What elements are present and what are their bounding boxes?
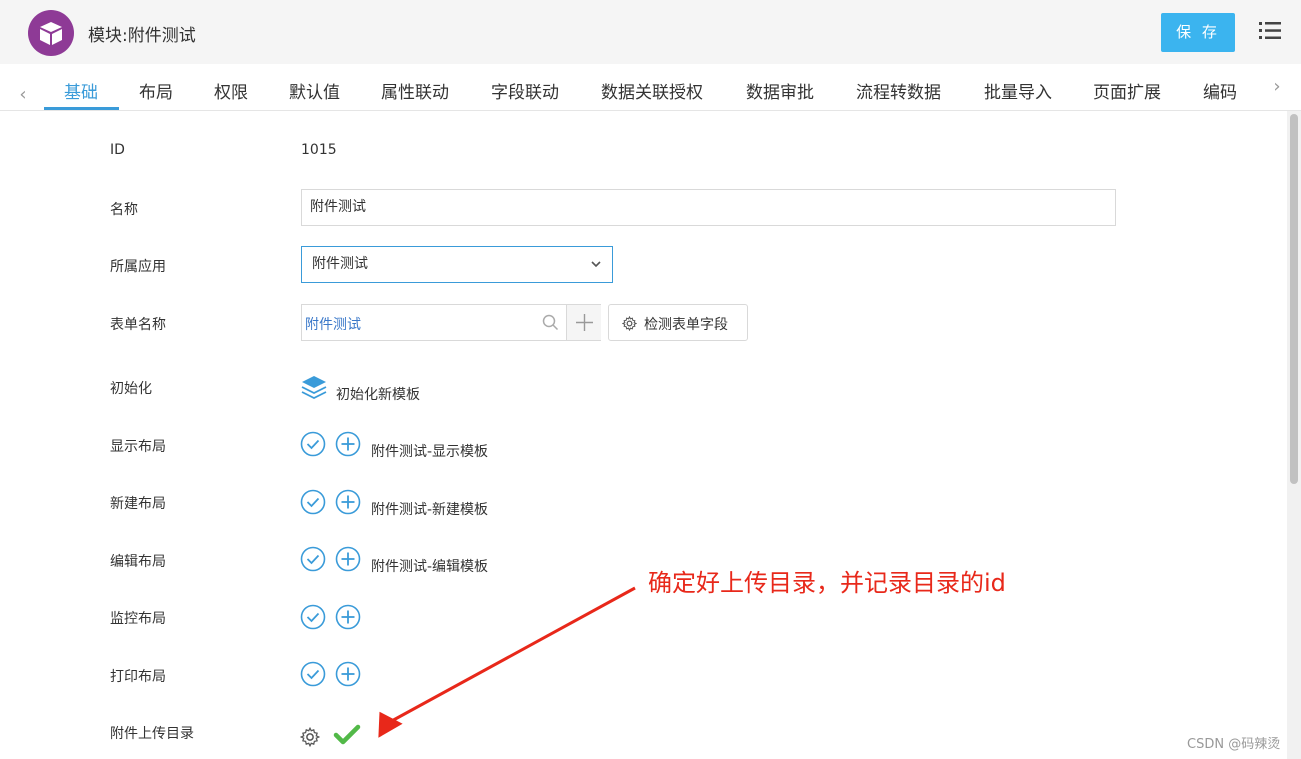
tab-layout[interactable]: 布局 bbox=[139, 78, 173, 103]
module-logo bbox=[28, 10, 74, 56]
tab-field-linkage[interactable]: 字段联动 bbox=[491, 78, 559, 103]
save-button[interactable]: 保 存 bbox=[1161, 13, 1235, 52]
tab-default-value[interactable]: 默认值 bbox=[289, 78, 340, 103]
check-circle-icon[interactable] bbox=[300, 546, 326, 572]
init-label: 初始化 bbox=[110, 381, 152, 397]
id-label: ID bbox=[110, 142, 125, 158]
scrollbar[interactable] bbox=[1287, 111, 1301, 759]
form-name-label: 表单名称 bbox=[110, 317, 166, 333]
search-icon[interactable] bbox=[542, 314, 559, 331]
tab-encoding[interactable]: 编码 bbox=[1203, 78, 1237, 103]
print-layout-label: 打印布局 bbox=[110, 669, 166, 685]
check-circle-icon[interactable] bbox=[300, 489, 326, 515]
gear-icon[interactable] bbox=[300, 727, 320, 747]
tab-data-approval[interactable]: 数据审批 bbox=[746, 78, 814, 103]
edit-template-link[interactable]: 附件测试-编辑模板 bbox=[371, 556, 488, 576]
active-tab-indicator bbox=[44, 107, 119, 110]
new-layout-label: 新建布局 bbox=[110, 496, 166, 512]
upload-directory-label: 附件上传目录 bbox=[110, 726, 194, 742]
name-label: 名称 bbox=[110, 202, 138, 218]
form-name-search[interactable]: 附件测试 bbox=[301, 304, 601, 341]
app-select-value: 附件测试 bbox=[312, 256, 368, 272]
annotation-arrow-icon bbox=[378, 586, 636, 738]
tab-permission[interactable]: 权限 bbox=[214, 78, 248, 103]
add-circle-icon[interactable] bbox=[335, 604, 361, 630]
add-circle-icon[interactable] bbox=[335, 431, 361, 457]
tab-data-authorization[interactable]: 数据关联授权 bbox=[601, 78, 703, 103]
tab-flow-to-data[interactable]: 流程转数据 bbox=[856, 78, 941, 103]
id-value: 1015 bbox=[301, 142, 337, 158]
plus-icon bbox=[576, 314, 593, 331]
tab-scroll-left-icon[interactable]: ‹ bbox=[16, 86, 30, 104]
detect-form-fields-label: 检测表单字段 bbox=[644, 317, 728, 333]
new-template-link[interactable]: 附件测试-新建模板 bbox=[371, 499, 488, 519]
add-circle-icon[interactable] bbox=[335, 661, 361, 687]
name-input[interactable]: 附件测试 bbox=[301, 189, 1116, 226]
tab-batch-import[interactable]: 批量导入 bbox=[984, 78, 1052, 103]
add-circle-icon[interactable] bbox=[335, 546, 361, 572]
app-label: 所属应用 bbox=[110, 259, 166, 275]
scrollbar-thumb[interactable] bbox=[1290, 114, 1298, 484]
app-select[interactable]: 附件测试 bbox=[301, 246, 613, 283]
monitor-layout-label: 监控布局 bbox=[110, 611, 166, 627]
header: 模块:附件测试 保 存 bbox=[0, 0, 1301, 64]
check-circle-icon[interactable] bbox=[300, 431, 326, 457]
form-name-value: 附件测试 bbox=[305, 317, 361, 333]
edit-layout-label: 编辑布局 bbox=[110, 554, 166, 570]
tab-page-extension[interactable]: 页面扩展 bbox=[1093, 78, 1161, 103]
check-circle-icon[interactable] bbox=[300, 661, 326, 687]
tab-basic[interactable]: 基础 bbox=[64, 78, 98, 103]
checkmark-icon bbox=[333, 724, 361, 745]
display-layout-label: 显示布局 bbox=[110, 439, 166, 455]
layers-icon[interactable] bbox=[301, 374, 327, 400]
chevron-down-icon bbox=[591, 261, 601, 268]
tab-scroll-right-icon[interactable]: › bbox=[1270, 78, 1284, 96]
annotation-text: 确定好上传目录，并记录目录的id bbox=[648, 569, 1006, 597]
check-circle-icon[interactable] bbox=[300, 604, 326, 630]
tab-attribute-linkage[interactable]: 属性联动 bbox=[381, 78, 449, 103]
display-template-link[interactable]: 附件测试-显示模板 bbox=[371, 441, 488, 461]
gear-icon bbox=[622, 316, 637, 331]
tab-bar: ‹ 基础 布局 权限 默认值 属性联动 字段联动 数据关联授权 数据审批 流程转… bbox=[0, 66, 1301, 111]
watermark: CSDN @码辣烫 bbox=[1187, 737, 1281, 752]
cube-icon bbox=[40, 22, 62, 45]
add-form-button[interactable] bbox=[566, 305, 601, 340]
module-title: 模块:附件测试 bbox=[88, 26, 196, 46]
add-circle-icon[interactable] bbox=[335, 489, 361, 515]
init-template-link[interactable]: 初始化新模板 bbox=[336, 384, 420, 404]
list-menu-icon[interactable] bbox=[1259, 21, 1281, 41]
detect-form-fields-button[interactable]: 检测表单字段 bbox=[608, 304, 748, 341]
